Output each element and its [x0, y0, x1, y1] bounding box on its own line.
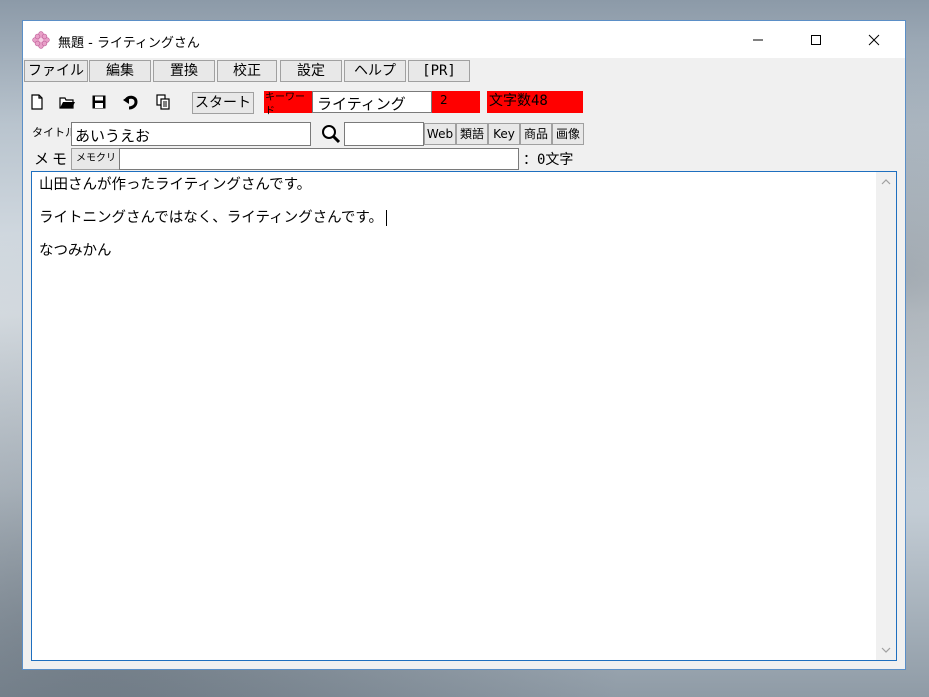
title-label: タイトル — [32, 126, 76, 139]
search-input[interactable] — [344, 122, 424, 146]
scroll-down-arrow-icon[interactable] — [876, 640, 896, 660]
vertical-scrollbar[interactable] — [876, 172, 896, 660]
web-button[interactable]: Web — [424, 123, 456, 145]
maximize-icon — [811, 34, 821, 45]
editor-line-with-caret: ライトニングさんではなく、ライティングさんです。 — [39, 208, 869, 241]
title-bar[interactable]: 無題 - ライティングさん — [23, 21, 905, 58]
memo-char-count: ：0文字 — [523, 152, 574, 168]
memo-row: メモ メモクリア ：0文字 — [23, 147, 905, 184]
menu-edit[interactable]: 編集 — [89, 60, 151, 82]
open-folder-icon[interactable] — [58, 93, 76, 111]
keyword-input[interactable]: ライティング — [312, 91, 432, 113]
memo-label: メモ — [34, 150, 71, 168]
app-flower-icon — [32, 31, 50, 49]
editor-line: 山田さんが作ったライティングさんです。 — [39, 177, 312, 193]
editor-line: なつみかん — [39, 243, 112, 259]
title-input[interactable]: あいうえお — [71, 122, 311, 146]
scroll-up-arrow-icon[interactable] — [876, 172, 896, 192]
copy-icon[interactable] — [154, 93, 172, 111]
minimize-button[interactable] — [729, 21, 787, 58]
menu-help[interactable]: ヘルプ — [344, 60, 406, 82]
menu-settings[interactable]: 設定 — [280, 60, 342, 82]
close-button[interactable] — [845, 21, 903, 58]
keyword-label: キーワード — [264, 91, 312, 117]
toolbar: スタート キーワード ライティング 2 文字数48 — [23, 87, 905, 117]
start-button[interactable]: スタート — [192, 92, 254, 114]
new-file-icon[interactable] — [28, 93, 46, 111]
keyword-count: 2 — [432, 91, 480, 113]
menu-file[interactable]: ファイル — [24, 60, 88, 82]
menu-proofread[interactable]: 校正 — [217, 60, 277, 82]
minimize-icon — [753, 39, 763, 40]
text-editor[interactable]: 山田さんが作ったライティングさんです。 ライトニングさんではなく、ライティングさ… — [31, 171, 897, 661]
text-caret — [385, 210, 387, 226]
editor-line: ライトニングさんではなく、ライティングさんです。 — [39, 210, 383, 226]
search-icon[interactable] — [320, 123, 342, 145]
memo-clear-button[interactable]: メモクリア — [71, 148, 121, 184]
title-row: タイトル あいうえお Web 類語 Key 商品 画像 — [23, 121, 905, 147]
menu-replace[interactable]: 置換 — [153, 60, 215, 82]
key-button[interactable]: Key — [488, 123, 520, 145]
close-icon — [868, 34, 880, 45]
app-window: 無題 - ライティングさん ファイル 編集 置換 校正 設定 ヘルプ [PR] — [22, 20, 906, 670]
synonym-button[interactable]: 類語 — [456, 123, 488, 145]
product-button[interactable]: 商品 — [520, 123, 552, 145]
window-title: 無題 - ライティングさん — [58, 36, 200, 51]
menu-pr[interactable]: [PR] — [408, 60, 470, 82]
char-count: 文字数48 — [487, 91, 583, 113]
image-button[interactable]: 画像 — [552, 123, 584, 145]
maximize-button[interactable] — [787, 21, 845, 58]
save-icon[interactable] — [90, 93, 108, 111]
memo-input[interactable] — [119, 148, 519, 170]
undo-icon[interactable] — [122, 93, 140, 111]
